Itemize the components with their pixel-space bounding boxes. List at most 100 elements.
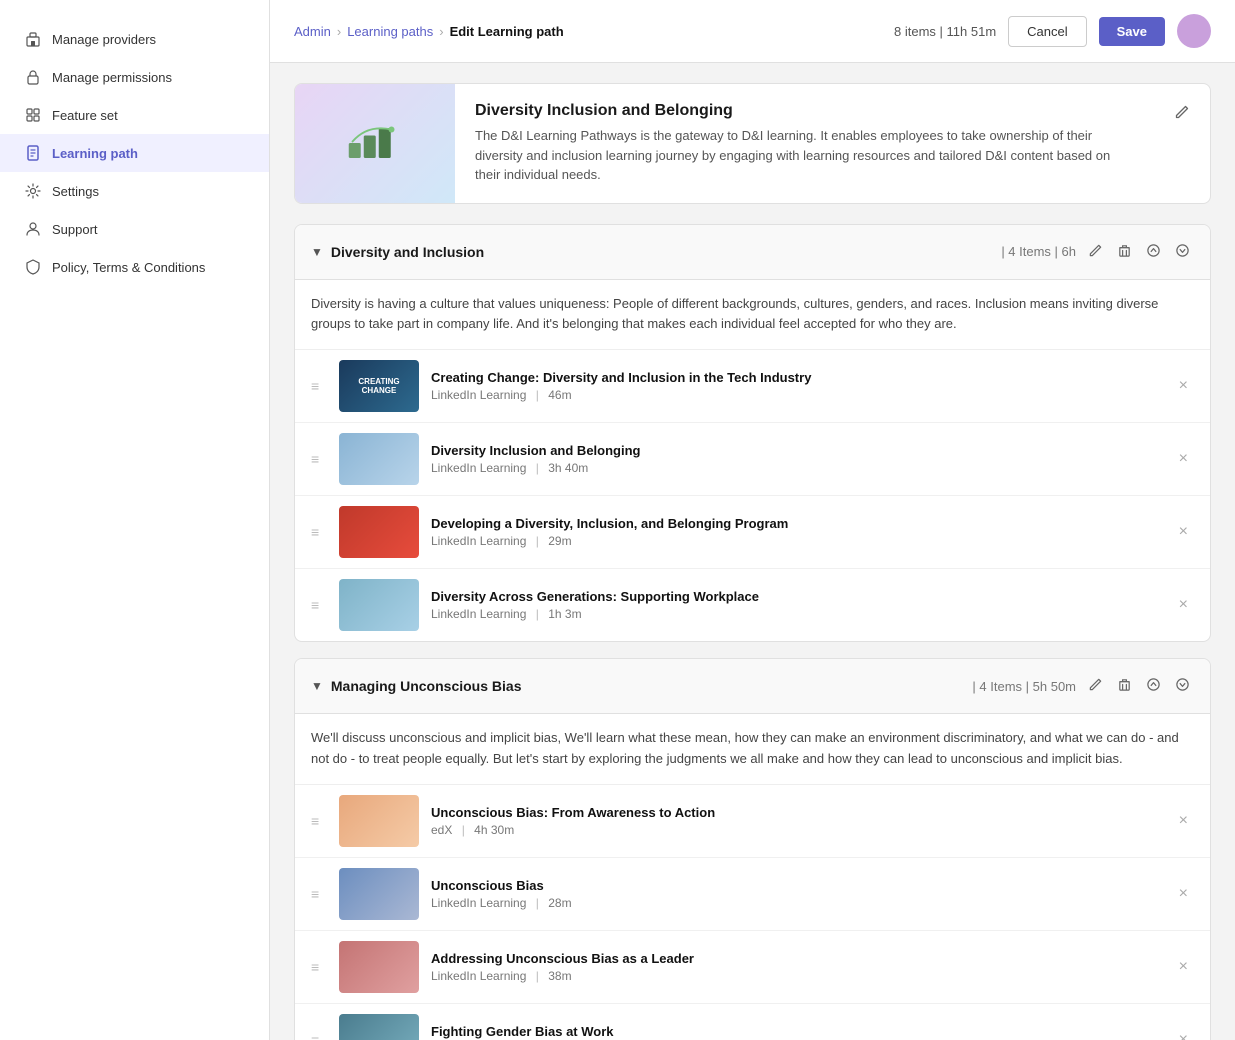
section-actions	[1084, 673, 1194, 699]
breadcrumb-sep-1: ›	[337, 24, 341, 39]
sidebar-item-policy[interactable]: Policy, Terms & Conditions	[0, 248, 269, 286]
section-delete-button[interactable]	[1113, 239, 1136, 265]
course-meta: edX | 4h 30m	[431, 823, 1161, 837]
course-meta: LinkedIn Learning | 46m	[431, 388, 1161, 402]
lock-icon	[24, 68, 42, 86]
sidebar-item-label: Learning path	[52, 146, 138, 161]
section-move-up-button[interactable]	[1142, 673, 1165, 699]
course-info: Unconscious Bias: From Awareness to Acti…	[431, 805, 1161, 837]
section-meta: | 4 Items | 6h	[1001, 244, 1076, 259]
section-diversity-inclusion: ▼ Diversity and Inclusion | 4 Items | 6h…	[294, 224, 1211, 643]
sidebar: Manage providers Manage permissions Feat…	[0, 0, 270, 1040]
sidebar-item-label: Manage permissions	[52, 70, 172, 85]
section-edit-button[interactable]	[1084, 239, 1107, 265]
sidebar-item-label: Feature set	[52, 108, 118, 123]
course-duration: 28m	[548, 896, 571, 910]
course-remove-button[interactable]: ×	[1173, 956, 1194, 978]
course-title: Fighting Gender Bias at Work	[431, 1024, 1161, 1039]
section-title: Diversity and Inclusion	[331, 244, 993, 260]
sidebar-item-settings[interactable]: Settings	[0, 172, 269, 210]
drag-handle[interactable]: ≡	[311, 1032, 327, 1040]
course-duration: 46m	[548, 388, 571, 402]
hero-edit-area	[1154, 84, 1210, 203]
drag-handle[interactable]: ≡	[311, 959, 327, 975]
person-icon	[24, 220, 42, 238]
course-item-diversity-ib: ≡ Diversity Inclusion and Belonging Link…	[295, 423, 1210, 496]
course-duration: 29m	[548, 534, 571, 548]
sidebar-item-manage-permissions[interactable]: Manage permissions	[0, 58, 269, 96]
meta-separator: |	[536, 534, 539, 548]
topbar-right: 8 items | 11h 51m Cancel Save	[894, 14, 1211, 48]
course-meta: LinkedIn Learning | 1h 3m	[431, 607, 1161, 621]
drag-handle[interactable]: ≡	[311, 886, 327, 902]
section-move-down-button[interactable]	[1171, 239, 1194, 265]
course-remove-button[interactable]: ×	[1173, 883, 1194, 905]
section-move-down-button[interactable]	[1171, 673, 1194, 699]
section-delete-button[interactable]	[1113, 673, 1136, 699]
course-provider: LinkedIn Learning	[431, 969, 526, 983]
course-info: Unconscious Bias LinkedIn Learning | 28m	[431, 878, 1161, 910]
hero-edit-button[interactable]	[1170, 100, 1194, 127]
course-remove-button[interactable]: ×	[1173, 594, 1194, 616]
sidebar-item-label: Manage providers	[52, 32, 156, 47]
course-thumbnail	[339, 941, 419, 993]
course-item-developing: ≡ Developing a Diversity, Inclusion, and…	[295, 496, 1210, 569]
drag-handle[interactable]: ≡	[311, 451, 327, 467]
section-toggle[interactable]: ▼	[311, 245, 323, 259]
drag-handle[interactable]: ≡	[311, 378, 327, 394]
course-item-fighting-gender: ≡ Fighting Gender Bias at Work LinkedIn …	[295, 1004, 1210, 1040]
avatar	[1177, 14, 1211, 48]
course-title: Diversity Across Generations: Supporting…	[431, 589, 1161, 604]
course-thumbnail	[339, 868, 419, 920]
meta-separator: |	[536, 607, 539, 621]
course-remove-button[interactable]: ×	[1173, 521, 1194, 543]
hero-image	[295, 84, 455, 203]
hero-body: Diversity Inclusion and Belonging The D&…	[455, 84, 1154, 203]
sidebar-item-label: Policy, Terms & Conditions	[52, 260, 205, 275]
section-edit-button[interactable]	[1084, 673, 1107, 699]
course-item-awareness-to-action: ≡ Unconscious Bias: From Awareness to Ac…	[295, 785, 1210, 858]
meta-separator: |	[462, 823, 465, 837]
breadcrumb-admin[interactable]: Admin	[294, 24, 331, 39]
topbar: Admin › Learning paths › Edit Learning p…	[270, 0, 1235, 63]
course-title: Developing a Diversity, Inclusion, and B…	[431, 516, 1161, 531]
sidebar-item-feature-set[interactable]: Feature set	[0, 96, 269, 134]
course-remove-button[interactable]: ×	[1173, 810, 1194, 832]
course-remove-button[interactable]: ×	[1173, 448, 1194, 470]
course-meta: LinkedIn Learning | 3h 40m	[431, 461, 1161, 475]
sidebar-item-support[interactable]: Support	[0, 210, 269, 248]
course-info: Diversity Inclusion and Belonging Linked…	[431, 443, 1161, 475]
breadcrumb-current: Edit Learning path	[450, 24, 564, 39]
course-remove-button[interactable]: ×	[1173, 1029, 1194, 1040]
course-remove-button[interactable]: ×	[1173, 375, 1194, 397]
course-thumbnail	[339, 795, 419, 847]
gear-icon	[24, 182, 42, 200]
course-duration: 3h 40m	[548, 461, 588, 475]
course-title: Unconscious Bias: From Awareness to Acti…	[431, 805, 1161, 820]
section-move-up-button[interactable]	[1142, 239, 1165, 265]
course-meta: LinkedIn Learning | 38m	[431, 969, 1161, 983]
course-provider: LinkedIn Learning	[431, 461, 526, 475]
course-item-addressing-bias: ≡ Addressing Unconscious Bias as a Leade…	[295, 931, 1210, 1004]
course-provider: LinkedIn Learning	[431, 896, 526, 910]
drag-handle[interactable]: ≡	[311, 597, 327, 613]
course-info: Developing a Diversity, Inclusion, and B…	[431, 516, 1161, 548]
document-icon	[24, 144, 42, 162]
section-managing-unconscious-bias: ▼ Managing Unconscious Bias | 4 Items | …	[294, 658, 1211, 1040]
section-meta: | 4 Items | 5h 50m	[972, 679, 1076, 694]
course-info: Fighting Gender Bias at Work LinkedIn Le…	[431, 1024, 1161, 1040]
sidebar-item-learning-path[interactable]: Learning path	[0, 134, 269, 172]
section-toggle[interactable]: ▼	[311, 679, 323, 693]
course-info: Addressing Unconscious Bias as a Leader …	[431, 951, 1161, 983]
drag-handle[interactable]: ≡	[311, 813, 327, 829]
sidebar-item-manage-providers[interactable]: Manage providers	[0, 20, 269, 58]
course-duration: 4h 30m	[474, 823, 514, 837]
course-item-generations: ≡ Diversity Across Generations: Supporti…	[295, 569, 1210, 641]
breadcrumb-learning-paths[interactable]: Learning paths	[347, 24, 433, 39]
cancel-button[interactable]: Cancel	[1008, 16, 1086, 47]
save-button[interactable]: Save	[1099, 17, 1165, 46]
drag-handle[interactable]: ≡	[311, 524, 327, 540]
course-provider: LinkedIn Learning	[431, 388, 526, 402]
course-item-unconscious-bias: ≡ Unconscious Bias LinkedIn Learning | 2…	[295, 858, 1210, 931]
sidebar-item-label: Settings	[52, 184, 99, 199]
